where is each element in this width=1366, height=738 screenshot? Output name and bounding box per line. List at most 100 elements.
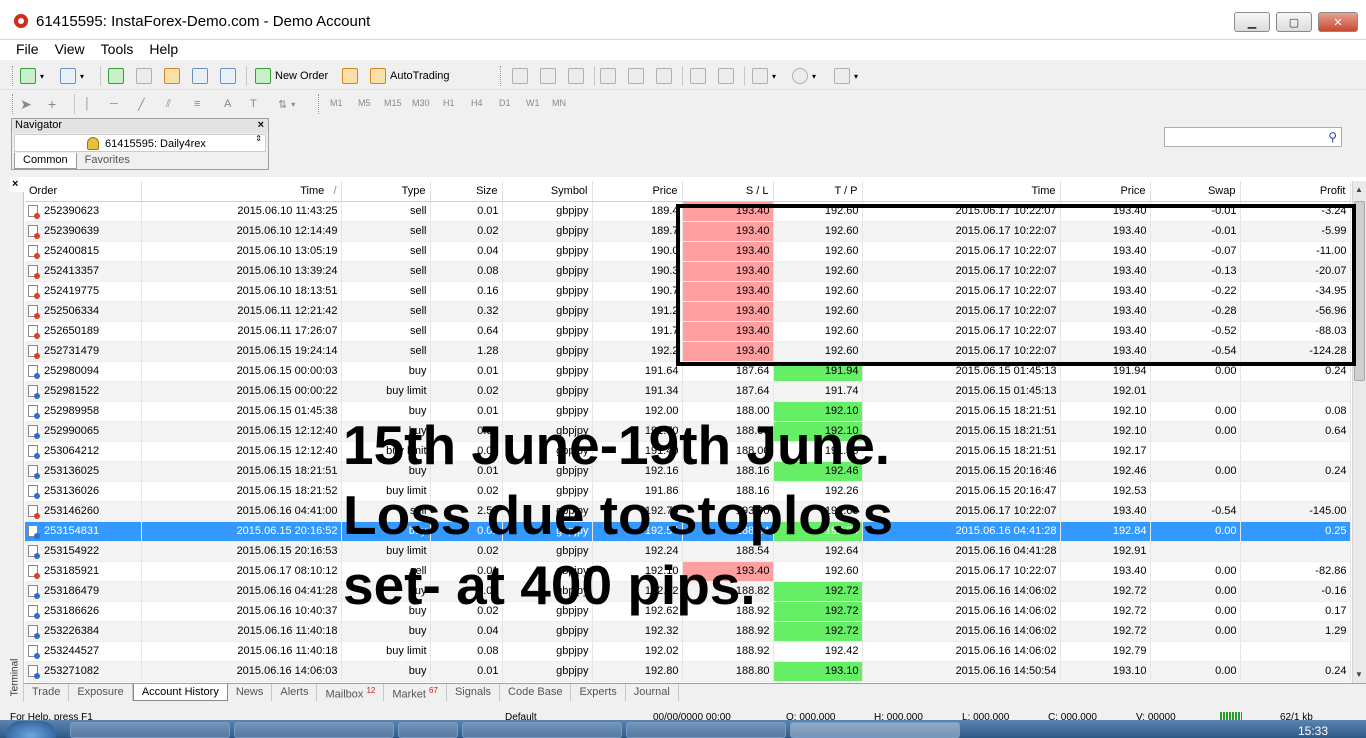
taskbar-item[interactable]	[70, 722, 230, 738]
periods-button[interactable]: ▾	[792, 65, 816, 87]
column-header-profit[interactable]: Profit	[1240, 181, 1351, 202]
start-button[interactable]	[6, 721, 56, 738]
taskbar-item[interactable]	[234, 722, 394, 738]
timeframe-h4[interactable]: H4	[471, 98, 483, 108]
tab-badge: 12	[366, 686, 376, 695]
column-header-type[interactable]: Type	[341, 181, 431, 202]
scroll-up-icon[interactable]: ▲	[1355, 185, 1363, 194]
column-header-sl[interactable]: S / L	[682, 181, 774, 202]
timeframe-m5[interactable]: M5	[358, 98, 371, 108]
templates-button[interactable]: ▾	[834, 65, 858, 87]
status-profile[interactable]: Default	[505, 712, 537, 720]
text-label-button[interactable]: T	[250, 93, 257, 115]
toolbar-grip[interactable]	[12, 94, 15, 114]
column-header-size[interactable]: Size	[430, 181, 503, 202]
text-button[interactable]: A	[224, 93, 231, 115]
toolbar-separator	[74, 94, 75, 114]
profiles-button[interactable]: ▾	[60, 65, 84, 87]
zoom-out-button[interactable]	[628, 65, 644, 87]
toolbar-grip[interactable]	[500, 66, 503, 86]
line-chart-button[interactable]	[568, 65, 584, 87]
metaeditor-button[interactable]	[342, 65, 358, 87]
new-order-button[interactable]: New Order	[255, 65, 328, 87]
navigator-button[interactable]	[164, 65, 180, 87]
zoom-in-button[interactable]	[600, 65, 616, 87]
tile-windows-button[interactable]	[656, 65, 672, 87]
candlestick-button[interactable]	[540, 65, 556, 87]
timeframe-m15[interactable]: M15	[384, 98, 402, 108]
tab-market[interactable]: Market 67	[384, 684, 447, 701]
taskbar-item[interactable]	[626, 722, 786, 738]
column-header-time[interactable]: Time /	[141, 181, 342, 202]
indicators-button[interactable]: ▾	[752, 65, 776, 87]
autoscroll-button[interactable]	[718, 65, 734, 87]
terminal-close-icon[interactable]: ×	[12, 178, 18, 190]
column-header-swap[interactable]: Swap	[1150, 181, 1241, 202]
column-header-close-price[interactable]: Price	[1060, 181, 1151, 202]
maximize-button[interactable]: ▢	[1276, 12, 1312, 32]
tab-news[interactable]: News	[228, 684, 273, 701]
timeframe-h1[interactable]: H1	[443, 98, 455, 108]
column-header-symbol[interactable]: Symbol	[502, 181, 593, 202]
tab-favorites[interactable]: Favorites	[77, 153, 138, 169]
strategy-tester-button[interactable]	[220, 65, 236, 87]
table-row[interactable]: 253244527 2015.06.16 11:40:18 buy limit 0.0…	[25, 641, 1351, 662]
menu-tools[interactable]: Tools	[93, 40, 142, 60]
data-window-button[interactable]	[136, 65, 152, 87]
time-cell: 2015.06.15 19:24:14	[141, 341, 342, 362]
tab-code-base[interactable]: Code Base	[500, 684, 572, 701]
market-watch-button[interactable]	[108, 65, 124, 87]
scroll-down-icon[interactable]: ▼	[1355, 670, 1363, 679]
scroll-arrows-icon[interactable]: ⇕	[255, 134, 262, 143]
menu-view[interactable]: View	[47, 40, 93, 60]
trendline-button[interactable]: ╱	[138, 93, 145, 115]
fibonacci-button[interactable]: ≡	[194, 93, 200, 115]
arrows-button[interactable]: ⇅ ▾	[278, 93, 295, 115]
timeframe-m30[interactable]: M30	[412, 98, 430, 108]
tab-common[interactable]: Common	[14, 153, 77, 169]
terminal-button[interactable]	[192, 65, 208, 87]
taskbar-item[interactable]	[398, 722, 458, 738]
bar-chart-button[interactable]	[512, 65, 528, 87]
column-header-price[interactable]: Price	[592, 181, 683, 202]
crosshair-button[interactable]: +	[48, 93, 56, 115]
vertical-line-button[interactable]: │	[84, 93, 91, 115]
taskbar-item-metatrader[interactable]	[790, 722, 960, 738]
table-row[interactable]: 253271082 2015.06.16 14:06:03 buy 0.01 gbpjp…	[25, 661, 1351, 682]
tab-experts[interactable]: Experts	[571, 684, 626, 701]
tab-alerts[interactable]: Alerts	[272, 684, 318, 701]
navigator-account-item[interactable]: 61415595: Daily4rex	[105, 138, 206, 150]
column-header-order[interactable]: Order	[25, 181, 142, 202]
tab-trade[interactable]: Trade	[24, 684, 70, 701]
size-cell: 0.32	[430, 301, 503, 322]
table-row[interactable]: 253226384 2015.06.16 11:40:18 buy 0.04 gbpjp…	[25, 621, 1351, 642]
timeframe-m1[interactable]: M1	[330, 98, 343, 108]
new-chart-button[interactable]: ▾	[20, 65, 44, 87]
toolbar-grip[interactable]	[318, 94, 321, 114]
taskbar-item[interactable]	[462, 722, 622, 738]
minimize-button[interactable]: ▁	[1234, 12, 1270, 32]
tab-signals[interactable]: Signals	[447, 684, 501, 701]
toolbar-grip[interactable]	[12, 66, 15, 86]
timeframe-d1[interactable]: D1	[499, 98, 511, 108]
table-row[interactable]: 252981522 2015.06.15 00:00:22 buy limit 0.0…	[25, 381, 1351, 402]
timeframe-mn[interactable]: MN	[552, 98, 566, 108]
timeframe-w1[interactable]: W1	[526, 98, 540, 108]
column-header-tp[interactable]: T / P	[773, 181, 863, 202]
menu-file[interactable]: File	[8, 40, 47, 60]
autotrading-button[interactable]: AutoTrading	[370, 65, 450, 87]
tab-account-history[interactable]: Account History	[132, 684, 228, 701]
column-header-close-time[interactable]: Time	[862, 181, 1061, 202]
tab-exposure[interactable]: Exposure	[69, 684, 133, 701]
menu-help[interactable]: Help	[141, 40, 186, 60]
navigator-close-icon[interactable]: ×	[258, 119, 264, 131]
tab-mailbox[interactable]: Mailbox 12	[317, 684, 385, 701]
search-icon[interactable]: ⚲	[1328, 130, 1337, 144]
cursor-button[interactable]: ➤	[20, 93, 32, 115]
channel-button[interactable]: ⫽	[166, 93, 171, 115]
horizontal-line-button[interactable]: ─	[110, 93, 118, 115]
close-button[interactable]: ✕	[1318, 12, 1358, 32]
search-input[interactable]: ⚲	[1164, 127, 1342, 147]
chart-shift-button[interactable]	[690, 65, 706, 87]
tab-journal[interactable]: Journal	[626, 684, 679, 701]
